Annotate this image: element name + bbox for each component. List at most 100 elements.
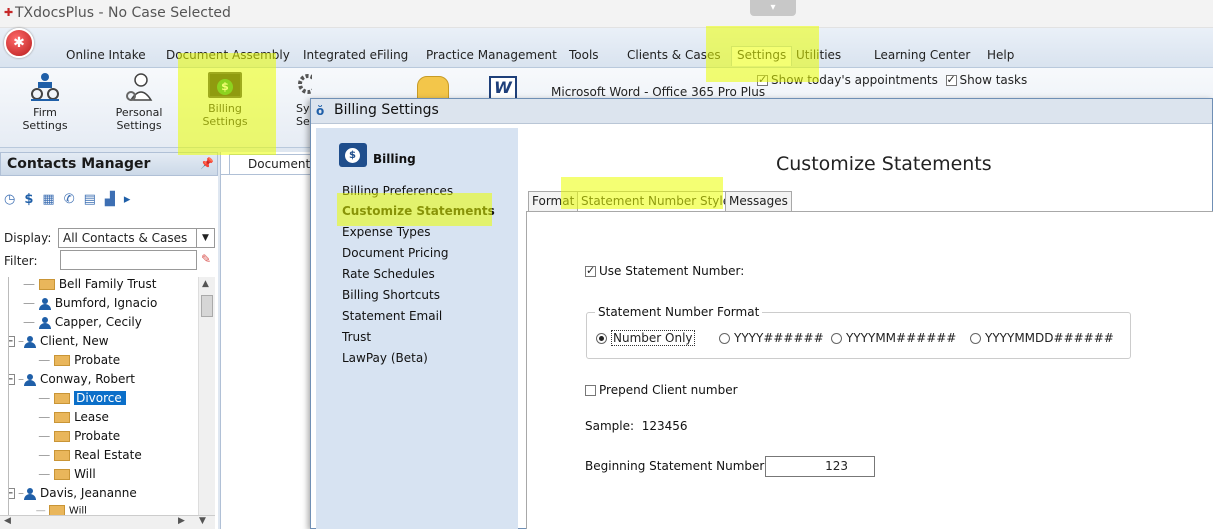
prepend-client-checkbox[interactable] — [585, 385, 596, 396]
contacts-toolbar: ◷ $ ▦ ✆ ▤ ▟ ▸ — [4, 192, 139, 207]
contacts-manager-panel: ◷ $ ▦ ✆ ▤ ▟ ▸ Display: All Contacts & Cases ▼ … — [0, 176, 218, 529]
title-bar: ✚ TXdocsPlus - No Case Selected ▾ — [0, 0, 1213, 28]
case-folder-icon — [54, 450, 71, 461]
word-icon[interactable]: W — [489, 76, 517, 100]
tab-messages[interactable]: Messages — [725, 191, 792, 211]
contacts-tree: — Bell Family Trust — Bumford, Ignacio —… — [8, 277, 198, 515]
tree-case[interactable]: — Probate — [23, 353, 120, 372]
scroll-left-icon[interactable]: ◀ — [4, 516, 11, 526]
collapse-icon[interactable]: − — [9, 336, 15, 347]
ribbon-collapse-button[interactable]: ▾ — [750, 0, 796, 16]
nav-lawpay-beta[interactable]: LawPay (Beta) — [342, 351, 428, 365]
scroll-thumb[interactable] — [201, 295, 213, 317]
dialog-app-icon: ŏ — [316, 104, 325, 118]
use-statement-number-row[interactable]: Use Statement Number: — [585, 264, 744, 278]
tab-settings[interactable]: Settings — [731, 46, 793, 66]
display-select-value: All Contacts & Cases — [63, 231, 188, 245]
nav-document-pricing[interactable]: Document Pricing — [342, 246, 448, 260]
use-statement-number-checkbox[interactable] — [585, 264, 596, 277]
beginning-number-input[interactable]: 123 — [765, 456, 875, 477]
show-tasks-checkbox[interactable] — [945, 73, 957, 86]
collapse-icon[interactable]: − — [9, 488, 15, 499]
tree-case[interactable]: — Lease — [23, 410, 109, 429]
billing-settings-label: Billing Settings — [202, 102, 248, 128]
prepend-client-label: Prepend Client number — [599, 383, 738, 397]
nav-rate-schedules[interactable]: Rate Schedules — [342, 267, 435, 281]
sample-row: Sample: 123456 — [585, 419, 688, 433]
tab-online-intake[interactable]: Online Intake — [66, 48, 146, 62]
tree-case[interactable]: — Bell Family Trust — [23, 277, 156, 296]
nav-trust[interactable]: Trust — [342, 330, 371, 344]
clear-filter-icon[interactable]: ✎ — [201, 252, 211, 266]
more-arrow-icon[interactable]: ▸ — [124, 192, 131, 207]
nav-billing-shortcuts[interactable]: Billing Shortcuts — [342, 288, 440, 302]
notes-icon[interactable]: ▤ — [84, 192, 96, 207]
billing-nav-title: Billing — [373, 152, 416, 166]
nav-statement-email[interactable]: Statement Email — [342, 309, 442, 323]
billing-settings-button[interactable]: $ Billing Settings — [196, 72, 254, 128]
radio-icon — [831, 333, 842, 344]
history-icon[interactable]: ◷ — [4, 192, 15, 207]
tab-integrated-efiling[interactable]: Integrated eFiling — [303, 48, 408, 62]
tab-tools[interactable]: Tools — [569, 48, 599, 62]
tab-format[interactable]: Format — [528, 191, 579, 211]
person-icon — [24, 487, 36, 500]
beginning-number-label: Beginning Statement Number: — [585, 459, 769, 473]
filter-input[interactable] — [60, 250, 197, 270]
pin-icon[interactable]: 📌 — [200, 157, 214, 170]
tree-case[interactable]: — Real Estate — [23, 448, 142, 467]
dialog-title-bar: ŏ Billing Settings — [311, 99, 1212, 124]
billing-icon: $ — [339, 143, 367, 167]
app-window: ✚ TXdocsPlus - No Case Selected ▾ ✱ Onli… — [0, 0, 1213, 529]
tree-contact[interactable]: −–Conway, Robert — [9, 372, 135, 391]
application-menu-button[interactable]: ✱ — [4, 28, 34, 58]
tab-clients-cases[interactable]: Clients & Cases — [627, 48, 721, 62]
tree-vertical-scrollbar[interactable]: ▲ — [198, 277, 215, 515]
tab-practice-management[interactable]: Practice Management — [426, 48, 557, 62]
statement-number-format-legend: Statement Number Format — [595, 305, 763, 319]
tree-horizontal-scrollbar[interactable]: ◀ ▶ ▼ — [0, 515, 215, 529]
tree-case[interactable]: — Will — [23, 467, 95, 486]
tab-utilities[interactable]: Utilities — [796, 48, 841, 62]
sample-label: Sample: — [585, 419, 635, 433]
tree-contact[interactable]: −–Client, New — [9, 334, 109, 353]
tab-document[interactable]: Document — [229, 154, 319, 174]
collapse-icon[interactable]: − — [9, 374, 15, 385]
radio-yyyy[interactable]: YYYY###### — [719, 331, 824, 345]
nav-expense-types[interactable]: Expense Types — [342, 225, 431, 239]
firm-settings-label: Firm Settings — [22, 106, 68, 132]
calendar-icon[interactable]: ▦ — [42, 192, 54, 207]
tree-case[interactable]: — Will — [23, 505, 87, 515]
chevron-down-icon: ▼ — [196, 229, 214, 247]
tree-case-selected[interactable]: — Divorce — [23, 391, 126, 410]
radio-number-only[interactable]: Number Only — [596, 330, 695, 346]
tree-contact[interactable]: −–Davis, Jeananne — [9, 486, 137, 505]
scroll-right-icon[interactable]: ▶ — [178, 516, 185, 526]
personal-settings-button[interactable]: Personal Settings — [109, 72, 169, 132]
tab-document-assembly[interactable]: Document Assembly — [166, 48, 290, 62]
display-select[interactable]: All Contacts & Cases ▼ — [58, 228, 215, 248]
tree-contact[interactable]: — Capper, Cecily — [23, 315, 142, 334]
phone-icon[interactable]: ✆ — [64, 192, 75, 207]
tab-statement-number-style[interactable]: Statement Number Style — [577, 191, 735, 212]
personal-settings-label: Personal Settings — [115, 106, 163, 132]
cloud-icon[interactable] — [417, 76, 449, 100]
show-appointments-checkbox[interactable] — [757, 73, 768, 86]
window-title: TXdocsPlus - No Case Selected — [15, 5, 231, 21]
person-icon — [38, 316, 51, 329]
scroll-down-icon[interactable]: ▼ — [199, 516, 206, 526]
prepend-client-row[interactable]: Prepend Client number — [585, 383, 738, 397]
scroll-up-icon[interactable]: ▲ — [202, 279, 209, 289]
chart-icon[interactable]: ▟ — [105, 192, 115, 207]
radio-yyyymmdd[interactable]: YYYYMMDD###### — [970, 331, 1114, 345]
tab-learning-center[interactable]: Learning Center — [874, 48, 970, 62]
nav-billing-preferences[interactable]: Billing Preferences — [342, 184, 453, 198]
tab-help[interactable]: Help — [987, 48, 1014, 62]
dollar-icon[interactable]: $ — [24, 192, 33, 207]
page-title: Customize Statements — [776, 153, 992, 175]
radio-yyyymm[interactable]: YYYYMM###### — [831, 331, 956, 345]
nav-customize-statements[interactable]: Customize Statements — [342, 204, 495, 218]
tree-case[interactable]: — Probate — [23, 429, 120, 448]
tree-contact[interactable]: — Bumford, Ignacio — [23, 296, 157, 315]
firm-settings-button[interactable]: Firm Settings — [20, 72, 70, 132]
